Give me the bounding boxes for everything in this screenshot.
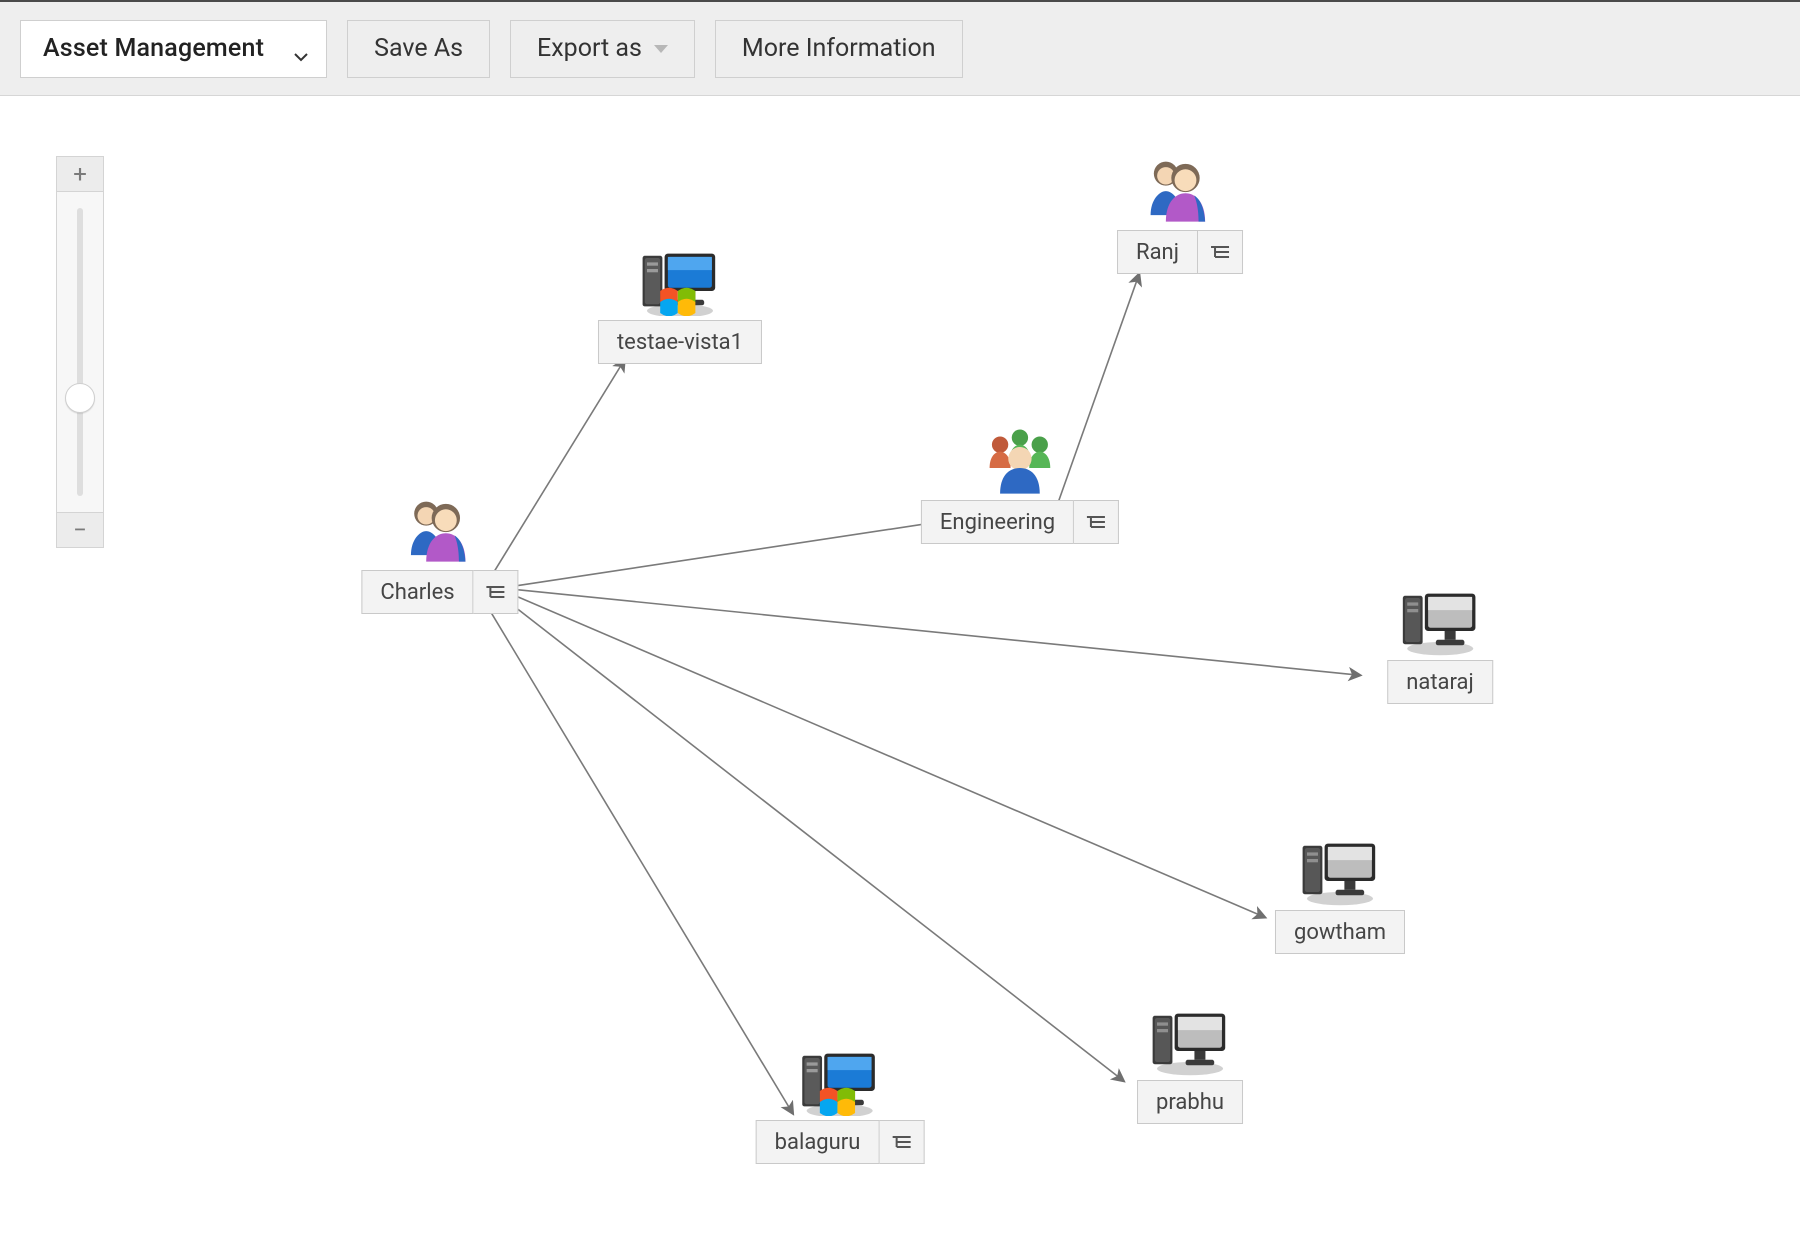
tree-icon xyxy=(1086,515,1106,529)
tree-icon xyxy=(486,585,506,599)
chevron-down-icon xyxy=(294,42,308,56)
node-charles[interactable]: Charles xyxy=(361,492,518,614)
zoom-control: + − xyxy=(56,156,104,548)
caret-down-icon xyxy=(654,45,668,53)
expand-node-button[interactable] xyxy=(879,1120,924,1164)
node-label: Engineering xyxy=(921,500,1074,544)
export-as-button[interactable]: Export as xyxy=(510,20,695,78)
computer-icon xyxy=(636,242,724,316)
tree-icon xyxy=(891,1135,911,1149)
expand-node-button[interactable] xyxy=(474,570,519,614)
node-gowtham[interactable]: gowtham xyxy=(1275,832,1405,954)
save-as-button[interactable]: Save As xyxy=(347,20,490,78)
node-testae-vista1[interactable]: testae-vista1 xyxy=(598,242,762,364)
view-select-label: Asset Management xyxy=(43,34,264,63)
node-engineering[interactable]: Engineering xyxy=(921,422,1119,544)
plus-icon: + xyxy=(73,160,87,188)
edge xyxy=(481,596,793,1114)
node-label: testae-vista1 xyxy=(598,320,762,364)
edge xyxy=(505,592,1265,918)
more-information-label: More Information xyxy=(742,34,936,63)
zoom-out-button[interactable]: − xyxy=(57,513,103,547)
node-label: Ranj xyxy=(1117,230,1198,274)
node-nataraj[interactable]: nataraj xyxy=(1387,582,1493,704)
computer-icon xyxy=(796,1042,884,1116)
node-label: nataraj xyxy=(1387,660,1493,704)
node-balaguru[interactable]: balaguru xyxy=(756,1042,925,1164)
person-icon xyxy=(1141,152,1219,226)
export-as-label: Export as xyxy=(537,34,642,63)
node-prabhu[interactable]: prabhu xyxy=(1137,1002,1243,1124)
node-label: gowtham xyxy=(1275,910,1405,954)
toolbar: Asset Management Save As Export as More … xyxy=(0,0,1800,96)
tree-icon xyxy=(1210,245,1230,259)
edge xyxy=(498,594,1124,1082)
node-label: prabhu xyxy=(1137,1080,1243,1124)
group-icon xyxy=(979,422,1061,496)
save-as-label: Save As xyxy=(374,34,463,63)
computer-icon xyxy=(1146,1002,1234,1076)
more-information-button[interactable]: More Information xyxy=(715,20,963,78)
computer-icon xyxy=(1296,832,1384,906)
view-select-dropdown[interactable]: Asset Management xyxy=(20,20,327,78)
node-ranj[interactable]: Ranj xyxy=(1117,152,1243,274)
expand-node-button[interactable] xyxy=(1198,230,1243,274)
node-label: Charles xyxy=(361,570,473,614)
diagram-canvas[interactable]: + − xyxy=(0,96,1800,1234)
zoom-slider-track[interactable] xyxy=(57,191,103,513)
zoom-in-button[interactable]: + xyxy=(57,157,103,191)
minus-icon: − xyxy=(73,516,87,544)
person-icon xyxy=(401,492,479,566)
zoom-slider-thumb[interactable] xyxy=(65,383,95,413)
computer-icon xyxy=(1396,582,1484,656)
edge xyxy=(509,522,940,587)
node-label: balaguru xyxy=(756,1120,880,1164)
edge xyxy=(510,589,1361,675)
expand-node-button[interactable] xyxy=(1074,500,1119,544)
